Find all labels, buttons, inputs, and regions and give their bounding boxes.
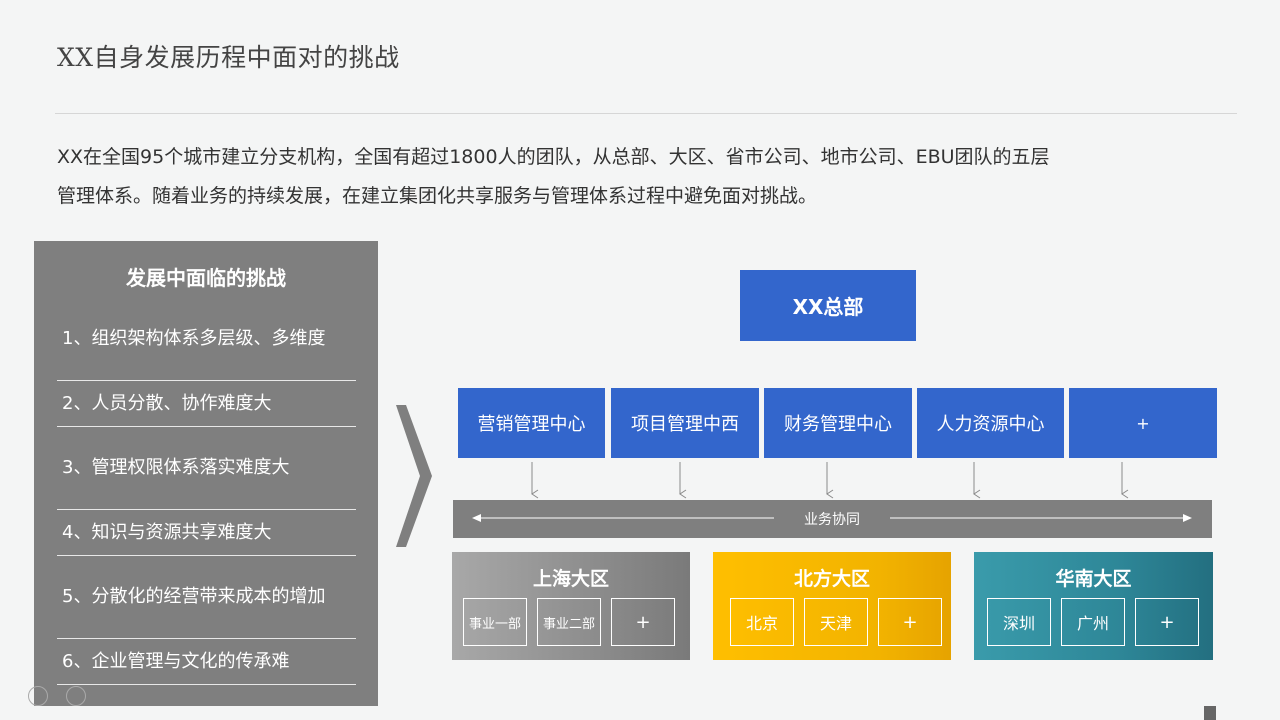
- region-sub-box: 北京: [730, 598, 794, 646]
- region-sub-box-add: +: [611, 598, 675, 646]
- region-sub-box-add: +: [878, 598, 942, 646]
- region-sub-box: 深圳: [987, 598, 1051, 646]
- collab-label: 业务协同: [780, 509, 884, 529]
- decor-circle-icon: [28, 686, 48, 706]
- region-sub-box: 天津: [804, 598, 868, 646]
- region-title: 北方大区: [793, 568, 870, 590]
- region-title: 上海大区: [532, 568, 609, 590]
- region-shanghai: 上海大区 事业一部 事业二部 +: [452, 552, 690, 660]
- region-south: 华南大区 深圳 广州 +: [974, 552, 1213, 660]
- region-north: 北方大区 北京 天津 +: [713, 552, 951, 660]
- region-title: 华南大区: [1055, 568, 1132, 590]
- corner-mark: [1204, 706, 1216, 720]
- region-sub-box: 事业二部: [537, 598, 601, 646]
- region-sub-box: 事业一部: [463, 598, 527, 646]
- decor-circle-icon: [66, 686, 86, 706]
- region-sub-box-add: +: [1135, 598, 1199, 646]
- region-sub-box: 广州: [1061, 598, 1125, 646]
